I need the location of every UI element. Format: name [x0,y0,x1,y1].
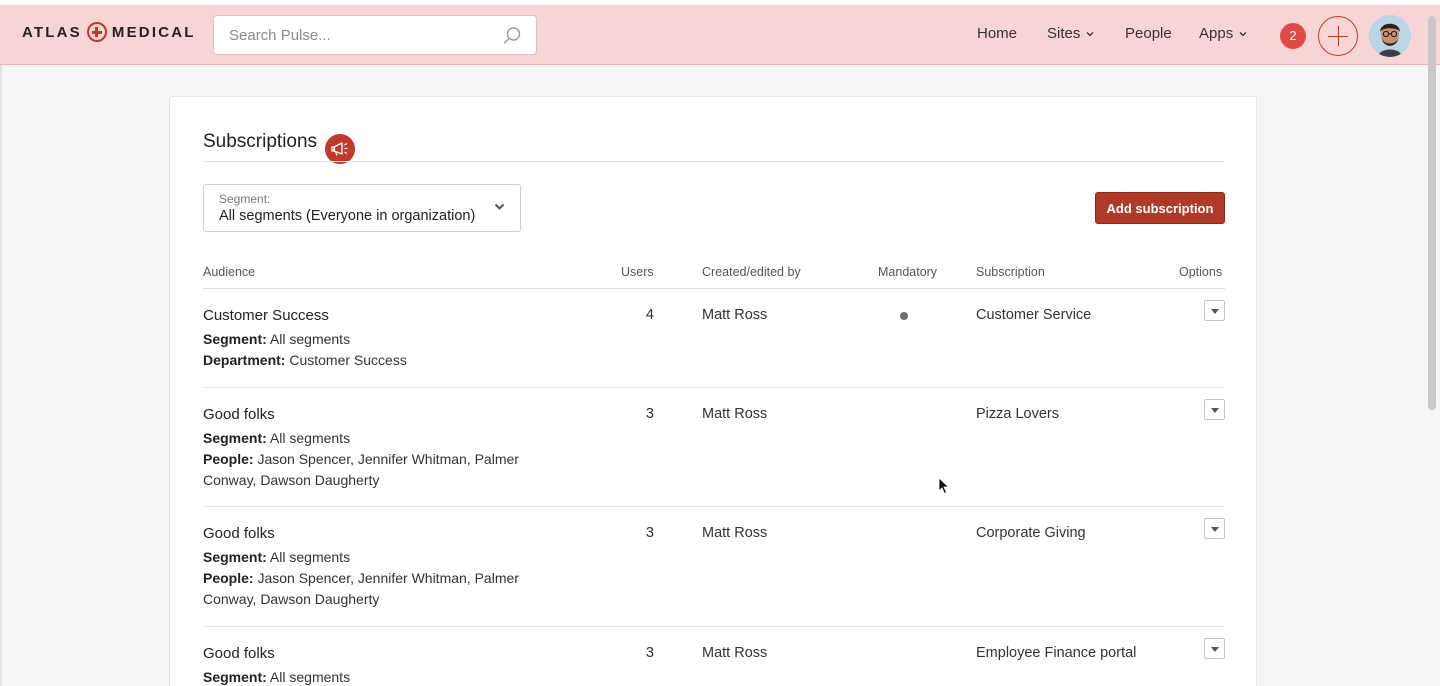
subscription-name[interactable]: Corporate Giving [976,525,1086,541]
top-navigation-bar: ATLAS MEDICAL Home Sites People Apps 2 [0,0,1440,65]
nav-home-label: Home [977,25,1018,42]
table-row: Good folks Segment: All segments People:… [203,518,1225,627]
detail-key: Department: [203,352,286,368]
column-header-subscription[interactable]: Subscription [976,265,1045,279]
detail-value: All segments [269,430,351,446]
detail-key: Segment: [203,331,267,347]
users-count: 3 [645,645,654,661]
notification-badge[interactable]: 2 [1280,23,1306,49]
created-by: Matt Ross [702,525,768,541]
nav-people-label: People [1125,25,1172,42]
subscription-name[interactable]: Employee Finance portal [976,645,1136,661]
user-avatar[interactable] [1369,15,1411,57]
row-options-dropdown[interactable] [1204,638,1225,659]
page-title: Subscriptions [203,131,318,152]
table-row: Good folks Segment: All segments People:… [203,399,1225,507]
users-count: 3 [645,406,654,422]
window-left-edge [0,65,2,686]
row-options-dropdown[interactable] [1204,300,1225,321]
detail-key: Segment: [203,549,267,565]
column-header-mandatory[interactable]: Mandatory [878,265,937,279]
audience-detail: Department: Customer Success [203,350,407,371]
medical-cross-icon [86,22,107,42]
nav-sites[interactable]: Sites [1047,25,1094,42]
detail-key: People: [203,451,254,467]
create-button[interactable] [1318,16,1358,56]
row-options-dropdown[interactable] [1204,518,1225,539]
nav-sites-label: Sites [1047,25,1081,42]
audience-name: Good folks [203,406,275,423]
search-icon[interactable] [502,26,522,46]
column-header-created[interactable]: Created/edited by [702,265,801,279]
logo-text-right: MEDICAL [111,23,196,41]
nav-apps-label: Apps [1199,25,1234,42]
detail-value: All segments [269,331,351,347]
audience-detail: People: Jason Spencer, Jennifer Whitman,… [203,449,519,470]
segment-label: Segment: [219,192,271,206]
created-by: Matt Ross [702,645,768,661]
audience-detail: Segment: All segments [203,667,350,686]
detail-key: People: [203,570,254,586]
search-box [213,15,537,55]
audience-name: Good folks [203,525,275,542]
column-header-audience[interactable]: Audience [203,265,255,279]
created-by: Matt Ross [702,307,768,323]
detail-value: All segments [269,549,351,565]
subscription-name[interactable]: Customer Service [976,307,1091,323]
detail-value: All segments [269,669,351,685]
audience-detail-continued: Conway, Dawson Daugherty [203,591,380,607]
table-header-divider [203,288,1225,289]
mouse-cursor-icon [938,477,950,495]
chevron-down-icon [1086,31,1094,36]
title-divider [203,161,1225,162]
chevron-down-icon [494,203,505,210]
column-header-users[interactable]: Users [621,265,654,279]
detail-value: Jason Spencer, Jennifer Whitman, Palmer [257,451,519,467]
table-row: Good folks Segment: All segments 3 Matt … [203,638,1225,686]
nav-apps[interactable]: Apps [1199,25,1247,42]
add-subscription-button[interactable]: Add subscription [1095,192,1225,224]
table-row: Customer Success Segment: All segments D… [203,300,1225,388]
atlas-medical-logo[interactable]: ATLAS MEDICAL [22,22,196,42]
subscription-name[interactable]: Pizza Lovers [976,406,1059,422]
detail-key: Segment: [203,669,267,685]
row-options-dropdown[interactable] [1204,399,1225,420]
audience-detail: Segment: All segments [203,329,350,350]
page-scrollbar[interactable] [1428,16,1436,410]
megaphone-icon [325,134,355,164]
created-by: Matt Ross [702,406,768,422]
nav-people[interactable]: People [1125,25,1172,42]
logo-text-left: ATLAS [22,23,82,41]
users-count: 3 [645,525,654,541]
users-count: 4 [645,307,654,323]
audience-name: Good folks [203,645,275,662]
mandatory-indicator-icon [900,312,908,320]
segment-value: All segments (Everyone in organization) [219,208,476,224]
detail-value: Jason Spencer, Jennifer Whitman, Palmer [257,570,519,586]
avatar-face-icon [1369,15,1411,57]
audience-detail: Segment: All segments [203,428,350,449]
audience-name: Customer Success [203,307,329,324]
column-header-options: Options [1179,265,1223,279]
audience-detail: Segment: All segments [203,547,350,568]
chevron-down-icon [1239,31,1247,36]
detail-key: Segment: [203,430,267,446]
subscriptions-card: Subscriptions Segment: All segments (Eve… [169,96,1257,686]
detail-value: Customer Success [289,352,407,368]
search-input[interactable] [214,16,536,54]
nav-home[interactable]: Home [977,25,1017,42]
audience-detail: People: Jason Spencer, Jennifer Whitman,… [203,568,519,589]
audience-detail-continued: Conway, Dawson Daugherty [203,472,380,488]
segment-select[interactable]: Segment: All segments (Everyone in organ… [203,184,521,232]
